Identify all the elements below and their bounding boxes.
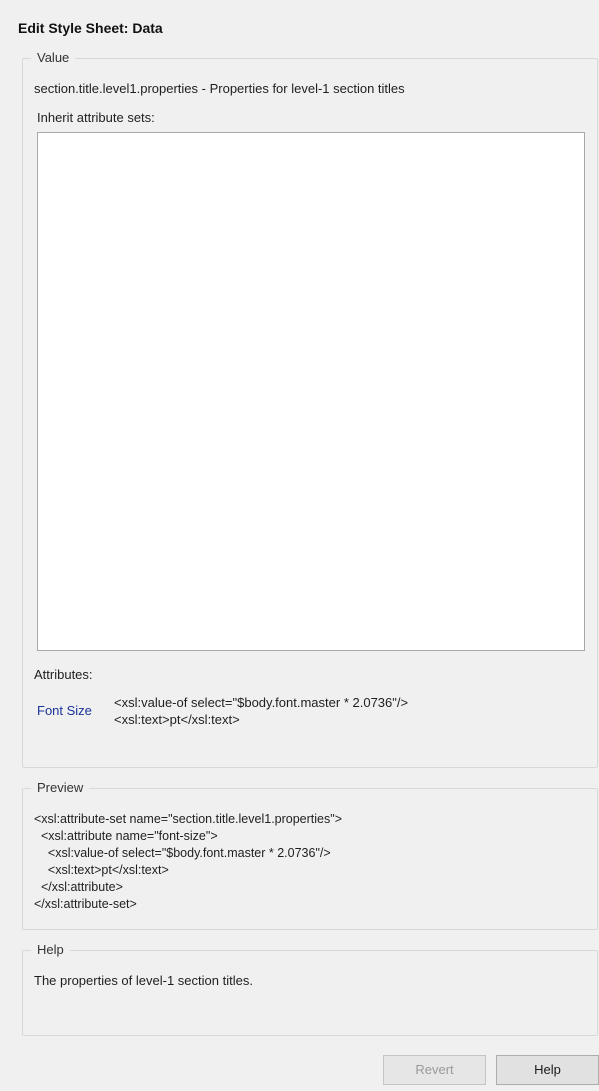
dialog-title: Edit Style Sheet: Data (18, 20, 163, 36)
help-group: Help (22, 942, 598, 1036)
attribute-name-link[interactable]: Font Size (37, 703, 92, 718)
inherit-attribute-sets-list[interactable] (37, 132, 585, 651)
preview-line: <xsl:text>pt</xsl:text> (34, 863, 169, 877)
preview-legend: Preview (31, 780, 90, 795)
preview-line: </xsl:attribute-set> (34, 897, 137, 911)
attribute-set-description: section.title.level1.properties - Proper… (34, 81, 405, 96)
attribute-value-line: <xsl:value-of select="$body.font.master … (114, 695, 409, 710)
preview-line: <xsl:attribute name="font-size"> (34, 829, 218, 843)
help-button[interactable]: Help (496, 1055, 599, 1085)
revert-button[interactable]: Revert (383, 1055, 486, 1085)
help-text: The properties of level-1 section titles… (34, 973, 253, 988)
preview-line: <xsl:attribute-set name="section.title.l… (34, 812, 342, 826)
help-legend: Help (31, 942, 70, 957)
attribute-value-line: <xsl:text>pt</xsl:text> (114, 712, 240, 727)
inherit-label: Inherit attribute sets: (37, 110, 155, 125)
preview-line: <xsl:value-of select="$body.font.master … (34, 846, 331, 860)
attributes-label: Attributes: (34, 667, 93, 682)
preview-line: </xsl:attribute> (34, 880, 123, 894)
value-legend: Value (31, 50, 76, 65)
